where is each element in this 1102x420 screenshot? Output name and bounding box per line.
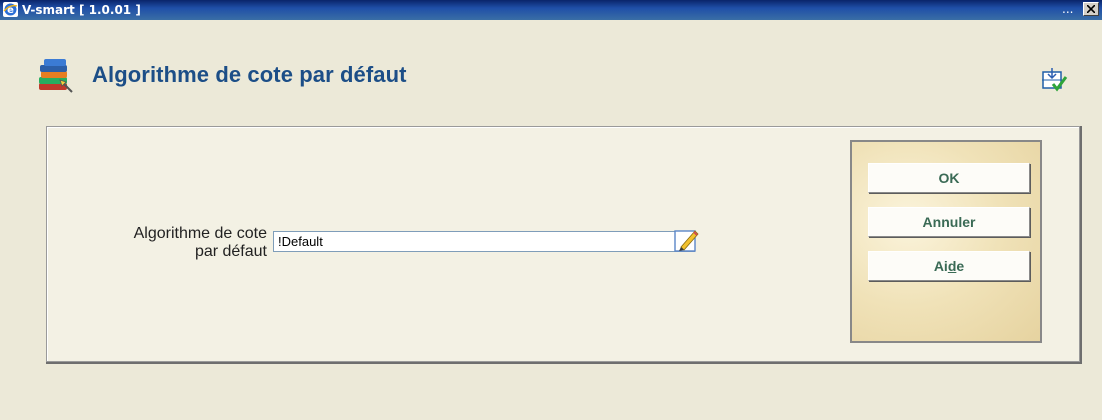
pencil-edit-icon[interactable] bbox=[673, 227, 701, 255]
screen-layout-check-icon[interactable] bbox=[1040, 66, 1068, 94]
ok-button[interactable]: OK bbox=[868, 163, 1030, 193]
algorithm-select-value: !Default bbox=[278, 234, 323, 249]
books-icon bbox=[36, 56, 76, 96]
page-title: Algorithme de cote par défaut bbox=[92, 62, 407, 87]
window-title: V-smart [ 1.0.01 ] bbox=[22, 3, 141, 17]
close-icon[interactable] bbox=[1083, 2, 1099, 16]
window-ellipsis[interactable]: ... bbox=[1062, 2, 1073, 16]
algorithm-label-line1: Algorithme de cote bbox=[133, 225, 267, 242]
help-label-suffix: e bbox=[956, 258, 965, 274]
panel-shadow-bottom bbox=[46, 362, 1082, 364]
panel-shadow-right bbox=[1080, 126, 1082, 364]
button-panel: OK Annuler Aide bbox=[850, 140, 1042, 343]
form-panel: Algorithme de cote par défaut !Default O… bbox=[46, 126, 1082, 364]
window-titlebar: e V-smart [ 1.0.01 ] ... bbox=[0, 0, 1102, 20]
algorithm-label: Algorithme de cote par défaut bbox=[47, 225, 267, 261]
help-label-prefix: Ai bbox=[933, 258, 948, 274]
algorithm-label-line2: par défaut bbox=[194, 243, 267, 260]
help-button[interactable]: Aide bbox=[868, 251, 1030, 281]
algorithm-select[interactable]: !Default bbox=[273, 231, 695, 252]
cancel-button[interactable]: Annuler bbox=[868, 207, 1030, 237]
ie-icon: e bbox=[3, 2, 18, 17]
